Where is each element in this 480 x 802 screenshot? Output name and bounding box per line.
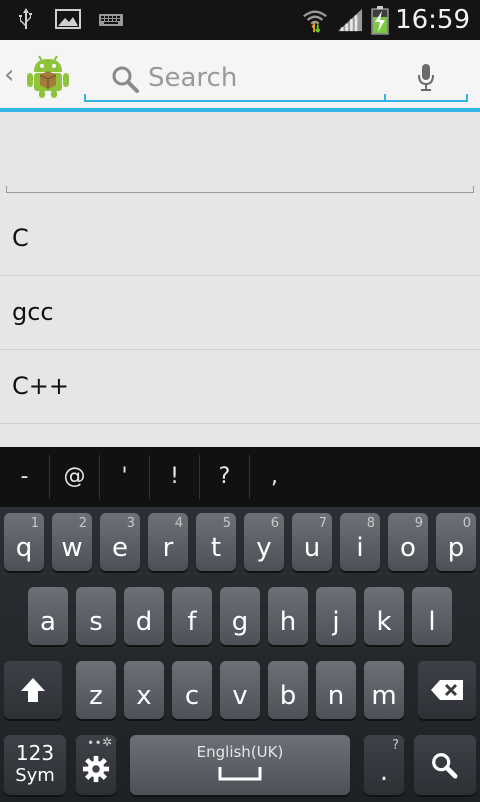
key-o[interactable]: 9o	[388, 513, 428, 571]
space-bar-icon	[218, 767, 262, 781]
list-item[interactable]: C	[0, 202, 480, 276]
key-m[interactable]: m	[364, 661, 404, 719]
backspace-icon	[431, 680, 463, 700]
settings-key[interactable]: ∙∙✲	[76, 735, 116, 795]
shift-key[interactable]	[4, 661, 62, 719]
key-a[interactable]: a	[28, 587, 68, 645]
key-b[interactable]: b	[268, 661, 308, 719]
suggestion-key[interactable]: '	[100, 455, 150, 499]
key-h[interactable]: h	[268, 587, 308, 645]
key-d[interactable]: d	[124, 587, 164, 645]
key-i[interactable]: 8i	[340, 513, 380, 571]
key-w[interactable]: 2w	[52, 513, 92, 571]
image-icon	[55, 9, 81, 29]
key-v[interactable]: v	[220, 661, 260, 719]
suggestion-key[interactable]: @	[50, 455, 100, 499]
key-n[interactable]: n	[316, 661, 356, 719]
key-j[interactable]: j	[316, 587, 356, 645]
keyboard-icon	[99, 14, 123, 26]
chevron-left-icon[interactable]: ‹	[4, 60, 14, 90]
status-bar: 16:59	[0, 0, 480, 40]
suggestion-key[interactable]: ,	[250, 455, 299, 499]
android-app-icon[interactable]	[26, 52, 70, 98]
key-u[interactable]: 7u	[292, 513, 332, 571]
clock: 16:59	[395, 5, 470, 35]
space-key[interactable]: English(UK)	[130, 735, 350, 795]
backspace-key[interactable]	[418, 661, 476, 719]
search-icon	[112, 66, 139, 93]
signal-icon	[337, 8, 363, 32]
key-e[interactable]: 3e	[100, 513, 140, 571]
key-y[interactable]: 6y	[244, 513, 284, 571]
key-t[interactable]: 5t	[196, 513, 236, 571]
key-s[interactable]: s	[76, 587, 116, 645]
usb-icon	[19, 8, 32, 29]
gear-icon	[82, 755, 110, 783]
key-r[interactable]: 4r	[148, 513, 188, 571]
symbols-key[interactable]: 123 Sym	[4, 735, 66, 795]
shift-arrow-icon	[21, 678, 45, 702]
key-x[interactable]: x	[124, 661, 164, 719]
search-field[interactable]	[84, 60, 468, 102]
key-k[interactable]: k	[364, 587, 404, 645]
search-key[interactable]	[414, 735, 476, 795]
microphone-icon[interactable]	[414, 62, 438, 92]
search-icon	[432, 753, 458, 779]
key-f[interactable]: f	[172, 587, 212, 645]
key-c[interactable]: c	[172, 661, 212, 719]
keyboard-suggestion-bar: - @ ' ! ? ,	[0, 447, 480, 507]
list-header	[0, 112, 480, 194]
key-z[interactable]: z	[76, 661, 116, 719]
battery-charging-icon	[371, 6, 389, 35]
search-input[interactable]	[148, 60, 378, 96]
list-item[interactable]: gcc	[0, 276, 480, 350]
action-bar: ‹	[0, 40, 480, 112]
list-item[interactable]: C++	[0, 350, 480, 424]
key-p[interactable]: 0p	[436, 513, 476, 571]
suggestion-key[interactable]: -	[0, 455, 50, 499]
period-key[interactable]: ? .	[364, 735, 404, 795]
wifi-icon	[303, 10, 327, 33]
key-l[interactable]: l	[412, 587, 452, 645]
key-q[interactable]: 1q	[4, 513, 44, 571]
key-g[interactable]: g	[220, 587, 260, 645]
suggestion-key[interactable]: ?	[200, 455, 250, 499]
suggestion-key[interactable]: !	[150, 455, 200, 499]
soft-keyboard: 1q 2w 3e 4r 5t 6y 7u 8i 9o 0p a s d f g …	[0, 507, 480, 802]
results-list: C gcc C++	[0, 202, 480, 424]
